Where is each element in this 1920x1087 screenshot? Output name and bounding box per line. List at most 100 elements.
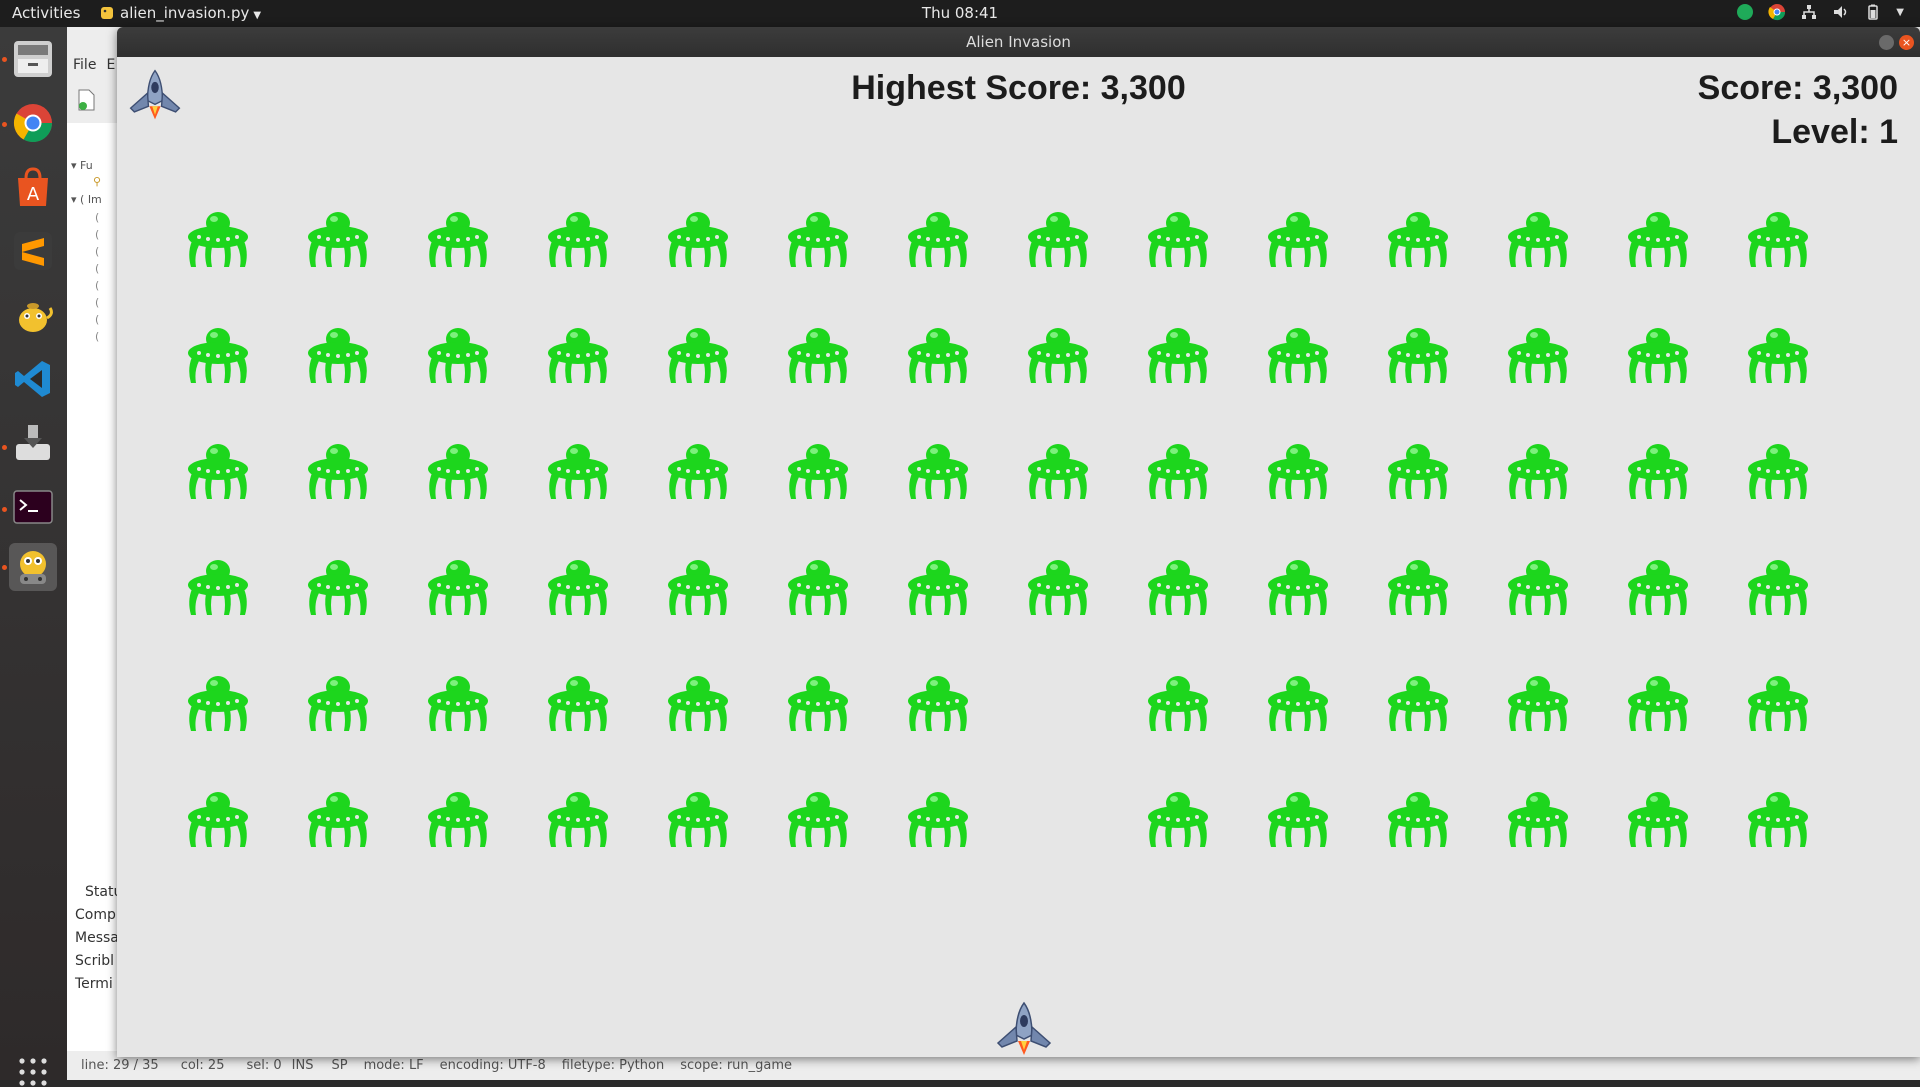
editor-menubar: File E [73, 57, 115, 73]
alien [908, 560, 968, 615]
status-encoding: encoding: UTF-8 [439, 1058, 546, 1073]
alien [308, 212, 368, 267]
alien [1028, 212, 1088, 267]
volume-icon[interactable] [1832, 3, 1850, 21]
alien [1388, 212, 1448, 267]
alien [1268, 328, 1328, 383]
teapot-icon[interactable] [9, 291, 57, 339]
svg-text:A: A [27, 184, 40, 205]
alien [1268, 792, 1328, 847]
close-button[interactable]: × [1899, 35, 1914, 50]
alien [548, 328, 608, 383]
alien [1388, 792, 1448, 847]
status-line: line: 29 / 35 [81, 1058, 159, 1073]
tree-children: (((((((( [95, 211, 100, 343]
sublime-text-icon[interactable] [9, 227, 57, 275]
alien [908, 328, 968, 383]
clock[interactable]: Thu 08:41 [922, 4, 998, 22]
alien [548, 792, 608, 847]
alien [908, 676, 968, 731]
alien [1388, 560, 1448, 615]
alien [308, 792, 368, 847]
high-score: Highest Score: 3,300 [851, 69, 1186, 107]
alien [548, 212, 608, 267]
system-menu-chevron-icon[interactable]: ▼ [1896, 7, 1904, 18]
running-indicator [2, 122, 7, 127]
alien [668, 792, 728, 847]
minimize-button[interactable] [1879, 35, 1894, 50]
network-icon[interactable] [1800, 3, 1818, 21]
alien [1508, 212, 1568, 267]
menu-file[interactable]: File [73, 57, 96, 73]
menu-edit[interactable]: E [106, 57, 115, 73]
alien [668, 212, 728, 267]
alien [908, 792, 968, 847]
status-ins: INS [291, 1058, 314, 1073]
alien [1148, 792, 1208, 847]
hangouts-icon[interactable] [1736, 3, 1754, 21]
alien [1628, 328, 1688, 383]
alien [1748, 792, 1808, 847]
alien [1148, 328, 1208, 383]
alien [308, 328, 368, 383]
alien [1628, 792, 1688, 847]
vscode-icon[interactable] [9, 355, 57, 403]
alien [1148, 212, 1208, 267]
new-file-icon[interactable] [77, 89, 97, 111]
symbol-icon: ⚲ [93, 175, 102, 188]
alien [1508, 328, 1568, 383]
level: Level: 1 [1771, 113, 1898, 151]
files-icon[interactable] [9, 35, 57, 83]
tree-item-imports[interactable]: ▾ ( Im [71, 193, 102, 206]
battery-icon[interactable] [1864, 3, 1882, 21]
status-mode: mode: LF [363, 1058, 424, 1073]
software-center-icon[interactable]: A [9, 163, 57, 211]
alien [308, 676, 368, 731]
alien [308, 444, 368, 499]
installer-icon[interactable] [9, 419, 57, 467]
alien [1028, 328, 1088, 383]
alien [668, 676, 728, 731]
tree-item-functions[interactable]: ▾ Fu [71, 159, 93, 172]
running-indicator [2, 57, 7, 62]
chevron-down-icon: ▼ [253, 10, 262, 21]
alien [788, 676, 848, 731]
player-ship[interactable] [992, 1001, 1056, 1057]
window-titlebar[interactable]: Alien Invasion × [117, 27, 1920, 57]
alien [428, 560, 488, 615]
alien [788, 212, 848, 267]
alien [1388, 676, 1448, 731]
alien [1628, 444, 1688, 499]
alien [188, 676, 248, 731]
alien [188, 444, 248, 499]
alien [1508, 676, 1568, 731]
game-window[interactable]: Alien Invasion × Highest Score: 3,300 Sc… [117, 27, 1920, 1057]
alien [548, 444, 608, 499]
activities-button[interactable]: Activities [12, 4, 80, 22]
status-scope: scope: run_game [680, 1058, 793, 1073]
alien [1268, 444, 1328, 499]
alien [1028, 444, 1088, 499]
alien [1628, 560, 1688, 615]
game-canvas[interactable]: Highest Score: 3,300 Score: 3,300 Level:… [117, 57, 1920, 1057]
running-indicator [2, 565, 7, 570]
terminal-icon[interactable] [9, 483, 57, 531]
alien [548, 560, 608, 615]
alien [668, 444, 728, 499]
alien [1628, 212, 1688, 267]
chrome-tray-icon[interactable] [1768, 3, 1786, 21]
alien [188, 560, 248, 615]
running-indicator [2, 507, 7, 512]
alien [1388, 444, 1448, 499]
status-filetype: filetype: Python [561, 1058, 665, 1073]
python-icon [101, 7, 113, 19]
python-game-icon[interactable] [9, 543, 57, 591]
chrome-icon[interactable] [9, 99, 57, 147]
app-menu[interactable]: alien_invasion.py ▼ [100, 4, 261, 22]
alien [788, 560, 848, 615]
window-title: Alien Invasion [966, 33, 1071, 51]
show-applications-icon[interactable] [18, 1057, 48, 1087]
alien [548, 676, 608, 731]
system-tray: ▼ [1736, 3, 1904, 21]
alien [1628, 676, 1688, 731]
